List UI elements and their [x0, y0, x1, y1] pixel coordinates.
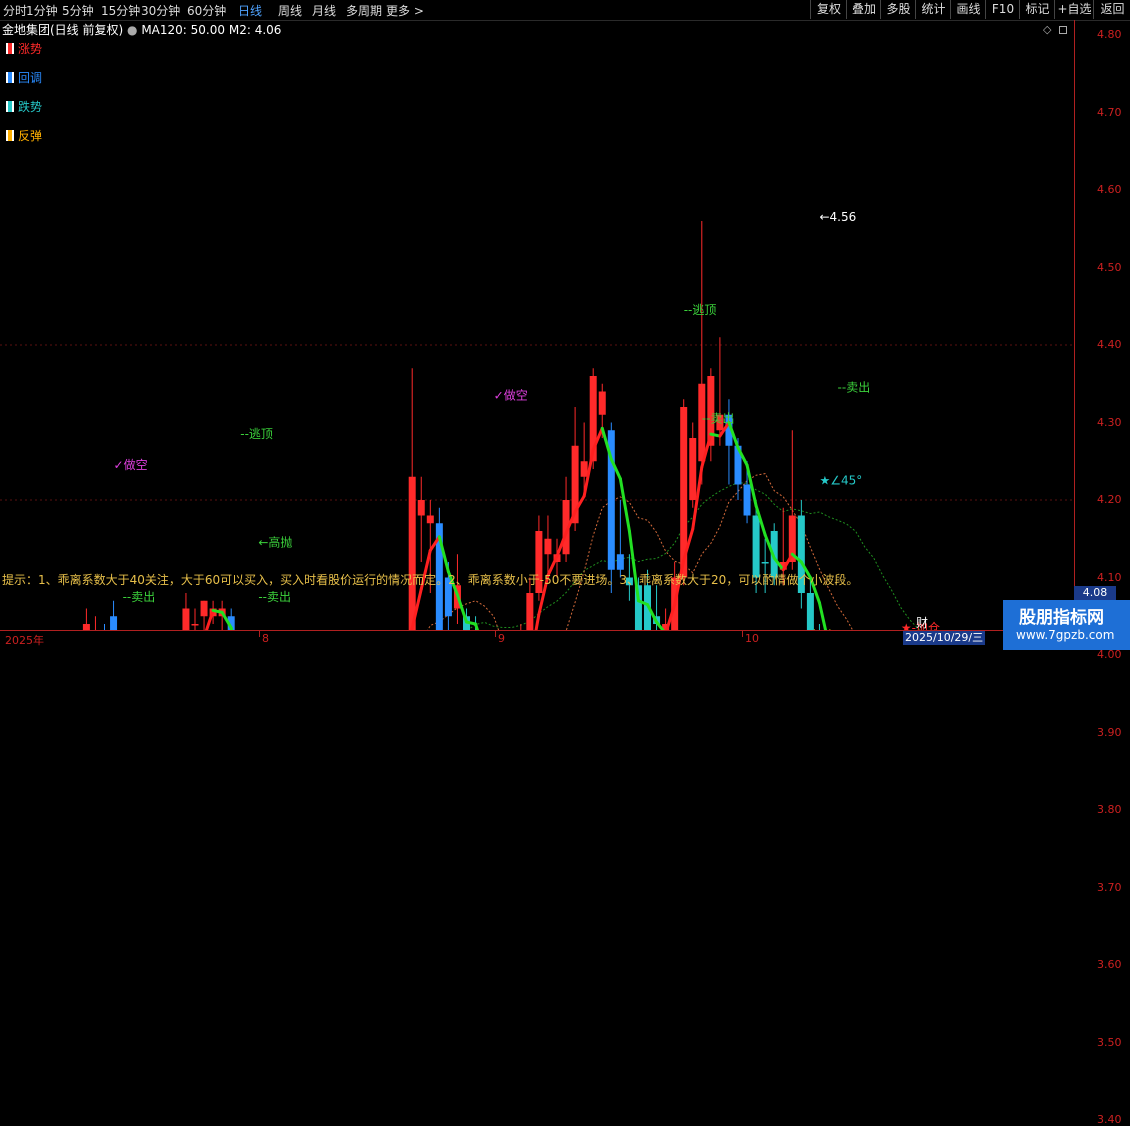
date-label: 2025年	[5, 634, 44, 647]
finance-marker[interactable]: 财	[916, 614, 928, 631]
watermark-title: 股朋指标网	[1019, 608, 1104, 628]
candle-body	[417, 500, 425, 516]
signal-label: --逃顶	[240, 427, 273, 441]
period-tab[interactable]: 分时	[3, 2, 27, 19]
top-toolbar: 分时 1分钟 5分钟 15分钟 30分钟 60分钟 日线 周线 月线 多周期 更多 > 复权 叠加 多股…	[0, 0, 1130, 21]
current-price-tag: 4.08	[1074, 586, 1116, 600]
signal-label: ✓做空	[114, 457, 148, 472]
date-tick	[495, 631, 496, 637]
toolbar-button[interactable]: 叠加	[846, 0, 881, 19]
toolbar-button[interactable]: 统计	[915, 0, 951, 19]
tip-text: 提示：1、乖离系数大于40关注，大于60可以买入，买入时看股价运行的情况而定。2…	[2, 573, 859, 587]
candle-body	[752, 515, 760, 578]
price-tick: 4.80	[1097, 28, 1122, 41]
date-label: 10	[745, 632, 759, 645]
chart-pane[interactable]: ✓做空--逃顶←高抛--卖出--卖出--卖出✓做空--逃顶--卖出--卖出←4.…	[0, 20, 1074, 991]
trend-line-segment	[618, 477, 631, 533]
period-tab[interactable]: 日线	[238, 2, 262, 19]
price-tick: 4.50	[1097, 260, 1122, 274]
toolbar-button[interactable]: 画线	[950, 0, 986, 19]
signal-label: ✓做空	[494, 387, 528, 402]
toolbar-button[interactable]: 多股	[880, 0, 916, 19]
period-tab[interactable]: 更多 >	[386, 2, 424, 19]
candle-body	[526, 593, 534, 640]
signal-label: ←4.56	[819, 210, 856, 224]
price-tick: 4.70	[1097, 105, 1122, 119]
period-tab[interactable]: 60分钟	[187, 2, 226, 19]
signal-label: --卖出	[123, 590, 156, 604]
price-tick: 4.20	[1097, 493, 1122, 506]
watermark-logo: 股朋指标网 www.7gpzb.com	[1003, 600, 1130, 650]
price-axis: 4.80 4.70 4.60 4.50 4.40 4.30 4.20 4.10 4.00 3.90…	[1074, 20, 1130, 1126]
price-tick: 3.40	[1097, 1113, 1122, 1126]
candle-body	[200, 600, 208, 617]
candle-body	[616, 554, 624, 570]
trend-line-segment	[627, 529, 640, 603]
period-tab[interactable]: 5分钟	[62, 2, 94, 19]
candle-body	[743, 484, 751, 516]
toolbar-button[interactable]: +自选	[1054, 0, 1094, 19]
trend-line-segment	[817, 601, 830, 645]
date-label: 9	[498, 632, 505, 645]
candle-body	[191, 624, 199, 626]
candle-body	[689, 438, 697, 500]
price-tick: 4.30	[1097, 415, 1122, 429]
toolbar-button[interactable]: 标记	[1019, 0, 1055, 19]
signal-label: --卖出	[702, 412, 735, 426]
candlestick-chart: ✓做空--逃顶←高抛--卖出--卖出--卖出✓做空--逃顶--卖出--卖出←4.…	[0, 210, 1074, 991]
period-tab[interactable]: 周线	[278, 2, 302, 19]
candle-body	[426, 515, 434, 524]
candle-body	[580, 461, 588, 477]
candle-body	[182, 608, 190, 717]
price-tick: 3.80	[1097, 803, 1122, 816]
period-tab[interactable]: 月线	[312, 2, 336, 19]
date-tick	[742, 631, 743, 637]
signal-label: --逃顶	[684, 303, 717, 317]
candle-body	[806, 593, 814, 640]
toolbar-button[interactable]: 复权	[810, 0, 847, 19]
signal-label: ←高抛	[258, 535, 292, 550]
price-tick: 4.40	[1097, 338, 1122, 351]
price-tick: 4.10	[1097, 570, 1122, 584]
current-date-tag: 2025/10/29/三	[903, 631, 986, 645]
period-tab[interactable]: 15分钟	[101, 2, 140, 19]
candle-body	[598, 391, 606, 415]
candle-body	[110, 616, 118, 686]
toolbar-button[interactable]: 返回	[1093, 0, 1130, 19]
price-tick: 3.90	[1097, 725, 1122, 739]
watermark-url: www.7gpzb.com	[1016, 628, 1115, 642]
period-tab[interactable]: 多周期	[346, 2, 382, 19]
price-tick: 4.60	[1097, 183, 1122, 196]
signal-label: ★∠45°	[819, 474, 862, 488]
price-tick: 3.60	[1097, 958, 1122, 971]
signal-label: --卖出	[838, 381, 871, 395]
signal-label: --卖出	[258, 590, 291, 604]
price-tick: 3.70	[1097, 880, 1122, 894]
period-tab[interactable]: 30分钟	[141, 2, 180, 19]
period-tab[interactable]: 1分钟	[26, 2, 58, 19]
toolbar-button[interactable]: F10	[985, 0, 1020, 19]
date-label: 8	[262, 632, 269, 645]
ma-long-line	[13, 482, 947, 834]
candle-body	[408, 476, 416, 686]
candle-body	[761, 562, 769, 564]
date-tick	[259, 631, 260, 637]
candle-body	[544, 538, 552, 555]
price-tick: 3.50	[1097, 1035, 1122, 1049]
